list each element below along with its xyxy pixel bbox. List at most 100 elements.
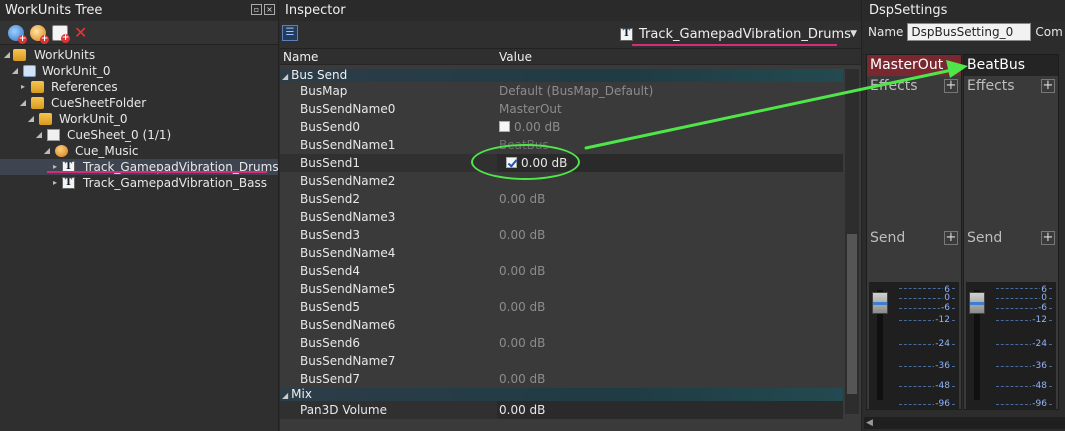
workunits-tree-panel: WorkUnits Tree ▫ × + + + ✕ ◢ WorkUnits ◢… [0,0,279,431]
prop-value[interactable]: 0.00 dB [497,334,843,352]
prop-value[interactable] [497,352,843,370]
scale-label: -12 [1031,315,1048,325]
column-header-value[interactable]: Value [497,49,532,64]
effects-area[interactable] [964,96,1058,228]
tree-item-workunit-0[interactable]: ◢ WorkUnit_0 [0,63,278,79]
prop-row[interactable]: BusSend0 0.00 dB [280,118,843,136]
prop-name: BusSend7 [300,372,360,386]
tree-item-track-bass[interactable]: ▸ T Track_GamepadVibration_Bass [0,175,278,191]
collapse-icon[interactable]: ▸ [50,175,60,191]
prop-value[interactable]: 0.00 dB [497,370,843,388]
tree-item-cuesheetfolder[interactable]: ◢ CueSheetFolder [0,95,278,111]
prop-value[interactable] [497,244,843,262]
prop-value[interactable] [497,316,843,334]
bus-effects: Effects + [964,76,1058,96]
prop-row[interactable]: BusSendName0 MasterOut [280,100,843,118]
volume-fader[interactable]: 6 0 -6 -12 -24 -36 -48 -96 [966,282,1056,410]
expand-icon[interactable]: ◢ [10,63,20,79]
prop-row[interactable]: BusSendName7 [280,352,843,370]
close-icon[interactable]: × [264,4,275,15]
fader-knob[interactable] [872,292,888,314]
prop-row[interactable]: BusSendName4 [280,244,843,262]
effects-area[interactable] [867,96,961,228]
tree-item-references[interactable]: ▸ References [0,79,278,95]
collapse-icon[interactable]: ▸ [18,79,28,95]
tree-item-workunits[interactable]: ◢ WorkUnits [0,47,278,63]
prop-row[interactable]: BusSend2 0.00 dB [280,190,843,208]
fader-knob[interactable] [969,292,985,314]
prop-row[interactable]: BusMap Default (BusMap_Default) [280,82,843,100]
section-mix[interactable]: ◢ Mix [280,388,843,401]
name-label: Name [868,25,904,39]
track-icon: T [62,177,75,189]
section-bus-send[interactable]: ◢ Bus Send [280,69,843,82]
prop-name: BusSendName2 [300,174,396,188]
dsp-name-input[interactable]: DspBusSetting_0 [907,23,1032,41]
expand-icon[interactable]: ◢ [2,47,12,63]
tree-toolbar: + + + ✕ [0,21,278,45]
add-effect-icon[interactable]: + [1041,79,1055,93]
fader-scale: 6 0 -6 -12 -24 -36 -48 -96 [899,286,955,409]
prop-row[interactable]: BusSendName5 [280,280,843,298]
prop-value[interactable]: 0.00 dB [497,401,843,419]
prop-row[interactable]: Pan3D Volume 0.00 dB [280,401,843,419]
section-label: Mix [291,387,312,401]
collapse-arrow-icon[interactable]: ◢ [282,72,288,81]
expand-icon[interactable]: ◢ [26,111,36,127]
delete-icon[interactable]: ✕ [74,24,87,41]
grid-header: Name Value [280,49,861,65]
inspector-scrollbar[interactable] [845,69,859,414]
bus-send: Send + [964,228,1058,248]
bus-title[interactable]: MasterOut [867,55,961,76]
prop-value[interactable]: 0.00 dB [497,118,843,136]
section-label: Bus Send [291,68,348,82]
prop-name: BusMap [300,84,348,98]
tree-item-cue-music[interactable]: ◢ Cue_Music [0,143,278,159]
dsp-horizontal-scrollbar[interactable]: ◀ [864,417,1065,429]
scroll-left-icon[interactable]: ◀ [866,418,873,428]
prop-name: BusSendName6 [300,318,396,332]
prop-value[interactable]: 0.00 dB [497,226,843,244]
prop-value[interactable] [497,208,843,226]
inspector-target: T Track_GamepadVibration_Drums [620,27,851,42]
prop-row[interactable]: BusSend6 0.00 dB [280,334,843,352]
expand-icon[interactable]: ◢ [42,143,52,159]
prop-value[interactable]: MasterOut [497,100,843,118]
expand-icon[interactable]: ◢ [34,127,44,143]
prop-row[interactable]: BusSendName6 [280,316,843,334]
tree-item-label: WorkUnits [34,48,96,62]
bus-beatbus[interactable]: BeatBus Effects + Send + 6 0 -6 -12 -24 … [963,54,1059,410]
prop-value[interactable]: 0.00 dB [497,190,843,208]
prop-value[interactable]: 0.00 dB [497,298,843,316]
add-send-icon[interactable]: + [1041,231,1055,245]
prop-name: BusSendName1 [300,138,396,152]
volume-fader[interactable]: 6 0 -6 -12 -24 -36 -48 -96 [869,282,959,410]
scrollbar-thumb[interactable] [847,234,857,394]
bussend0-checkbox[interactable] [499,121,510,132]
expand-icon[interactable]: ◢ [18,95,28,111]
prop-value[interactable] [497,280,843,298]
prop-row[interactable]: BusSend4 0.00 dB [280,262,843,280]
list-view-icon[interactable]: ☰ [282,25,298,41]
scale-label: -36 [1031,361,1048,371]
add-cue-icon[interactable]: + [30,24,49,44]
collapse-arrow-icon[interactable]: ◢ [282,391,288,400]
bus-title[interactable]: BeatBus [964,55,1058,76]
tree-item-cuesheet-0[interactable]: ◢ CueSheet_0 (1/1) [0,127,278,143]
add-send-icon[interactable]: + [944,231,958,245]
prop-value[interactable]: Default (BusMap_Default) [497,82,843,100]
prop-row[interactable]: BusSend5 0.00 dB [280,298,843,316]
prop-row[interactable]: BusSend3 0.00 dB [280,226,843,244]
bus-masterout[interactable]: MasterOut Effects + Send + 6 0 -6 -12 -2… [866,54,962,410]
add-workunit-icon[interactable]: + [8,24,27,44]
float-icon[interactable]: ▫ [251,4,262,15]
chevron-down-icon[interactable]: ▼ [850,29,857,39]
add-effect-icon[interactable]: + [944,79,958,93]
add-cuesheet-icon[interactable]: + [52,24,70,43]
column-header-name[interactable]: Name [280,49,497,64]
folder-icon [31,81,44,93]
prop-row[interactable]: BusSendName3 [280,208,843,226]
tree-item-workunit-0-sub[interactable]: ◢ WorkUnit_0 [0,111,278,127]
prop-row[interactable]: BusSend7 0.00 dB [280,370,843,388]
prop-value[interactable]: 0.00 dB [497,262,843,280]
